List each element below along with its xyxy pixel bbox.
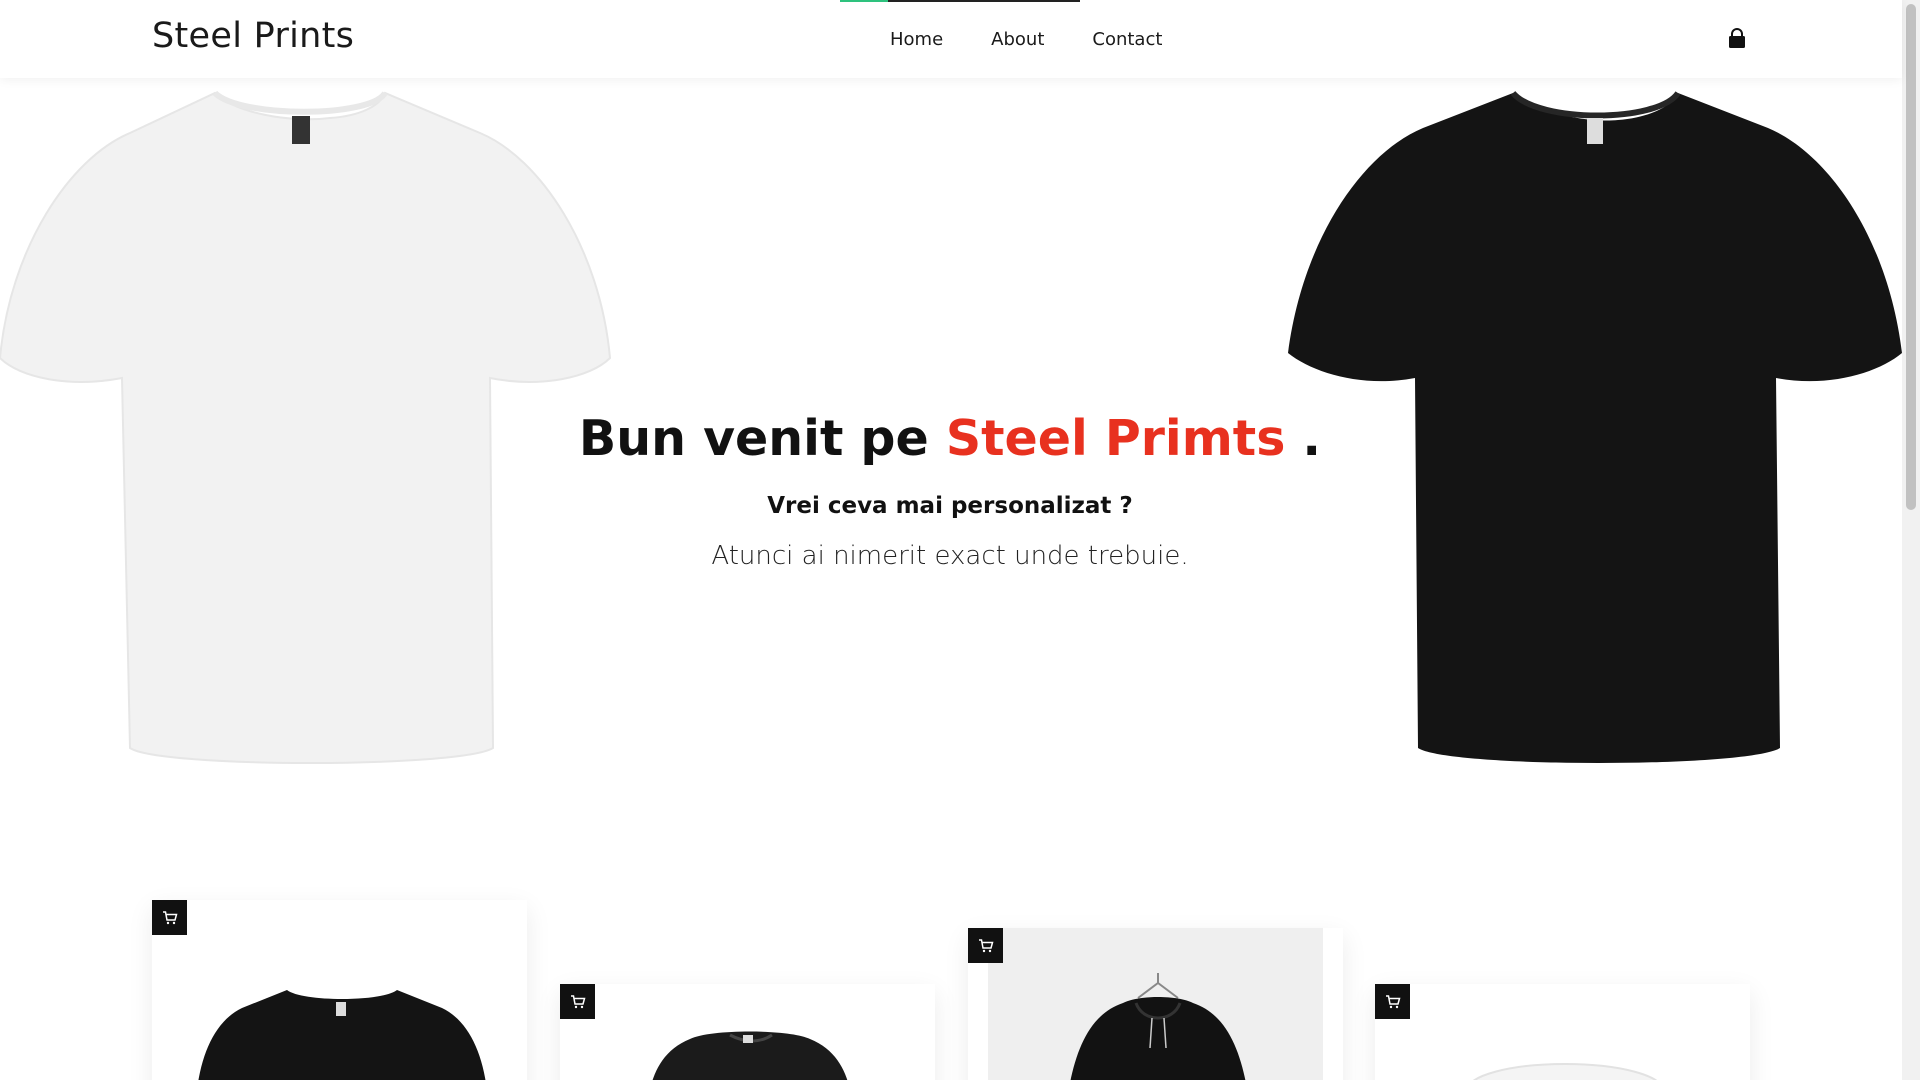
cart-icon bbox=[162, 910, 177, 924]
black-tshirt-folded-image bbox=[652, 1031, 848, 1080]
hero-description: Atunci ai nimerit exact unde trebuie. bbox=[711, 541, 1189, 571]
shopping-bag-icon[interactable] bbox=[1726, 28, 1748, 50]
hero-title-accent: Steel Primts bbox=[945, 410, 1286, 467]
add-to-cart-button[interactable] bbox=[968, 928, 1003, 963]
shirt-tag bbox=[1587, 118, 1603, 144]
black-hoodie-image bbox=[1070, 973, 1246, 1080]
white-tshirt-image bbox=[0, 90, 612, 764]
nav-home[interactable]: Home bbox=[866, 29, 967, 50]
cart-icon bbox=[570, 994, 585, 1008]
nav-contact[interactable]: Contact bbox=[1068, 29, 1186, 50]
cart-icon bbox=[978, 938, 993, 952]
site-header: Steel Prints Home About Contact bbox=[0, 0, 1902, 78]
hero-section: Bun venit pe Steel Primts . Vrei ceva ma… bbox=[560, 405, 1340, 571]
brand-logo[interactable]: Steel Prints bbox=[152, 16, 354, 56]
add-to-cart-button[interactable] bbox=[1375, 984, 1410, 1019]
product-card[interactable] bbox=[560, 984, 935, 1080]
page-scrollbar[interactable] bbox=[1902, 0, 1920, 1080]
hero-title-suffix: . bbox=[1285, 410, 1322, 467]
hero-subtitle: Vrei ceva mai personalizat ? bbox=[767, 493, 1133, 519]
add-to-cart-button[interactable] bbox=[560, 984, 595, 1019]
add-to-cart-button[interactable] bbox=[152, 900, 187, 935]
product-card[interactable] bbox=[968, 928, 1343, 1080]
black-tshirt-image bbox=[1288, 90, 1902, 763]
hero-title-prefix: Bun venit pe bbox=[578, 410, 946, 467]
black-tshirt-image bbox=[198, 990, 486, 1080]
product-card[interactable] bbox=[1375, 984, 1750, 1080]
hero-title: Bun venit pe Steel Primts . bbox=[560, 405, 1340, 473]
white-mug-image bbox=[1472, 1063, 1658, 1080]
main-nav: Home About Contact bbox=[866, 0, 1186, 78]
scrollbar-thumb[interactable] bbox=[1906, 4, 1916, 510]
cart-icon bbox=[1385, 994, 1400, 1008]
shirt-tag bbox=[292, 116, 310, 144]
product-card[interactable] bbox=[152, 900, 527, 1080]
nav-about[interactable]: About bbox=[967, 29, 1068, 50]
